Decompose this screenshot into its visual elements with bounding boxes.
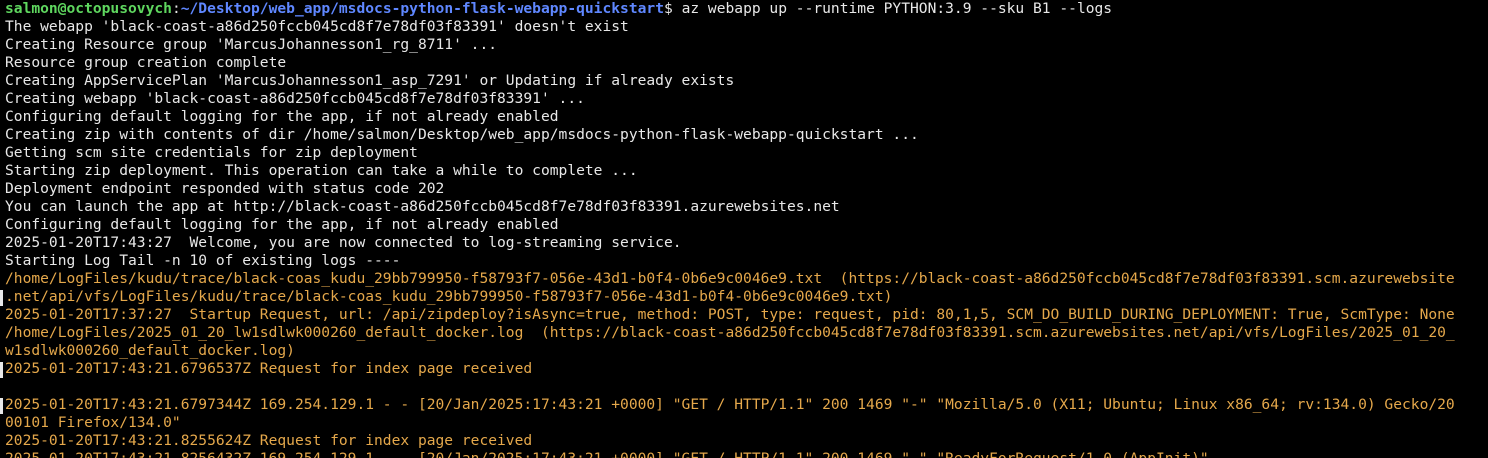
- output-line: 2025-01-20T17:43:27 Welcome, you are now…: [5, 234, 682, 251]
- line-wrap-marker: [0, 398, 3, 414]
- output-line: Deployment endpoint responded with statu…: [5, 180, 445, 197]
- output-line: Configuring default logging for the app,…: [5, 108, 559, 125]
- output-line: Starting zip deployment. This operation …: [5, 162, 638, 179]
- prompt-user-host: salmon@octopusovych: [5, 0, 172, 17]
- log-line: /home/LogFiles/2025_01_20_lw1sdlwk000260…: [5, 324, 1455, 341]
- prompt-path: ~/Desktop/web_app/msdocs-python-flask-we…: [180, 0, 664, 17]
- output-line: You can launch the app at http://black-c…: [5, 198, 840, 215]
- output-line: Configuring default logging for the app,…: [5, 216, 559, 233]
- output-line: Creating Resource group 'MarcusJohanness…: [5, 36, 498, 53]
- log-line: 2025-01-20T17:43:21.6796537Z Request for…: [5, 360, 533, 377]
- log-line: 2025-01-20T17:43:21.8256432Z 169.254.129…: [5, 450, 1455, 458]
- output-line: The webapp 'black-coast-a86d250fccb045cd…: [5, 18, 629, 35]
- prompt-symbol: $: [663, 0, 682, 17]
- log-line: 2025-01-20T17:43:21.8255624Z Request for…: [5, 432, 533, 449]
- output-line: Creating AppServicePlan 'MarcusJohanness…: [5, 72, 735, 89]
- output-line: Resource group creation complete: [5, 54, 287, 71]
- output-line: Creating zip with contents of dir /home/…: [5, 126, 919, 143]
- log-line: w1sdlwk000260_default_docker.log): [5, 342, 295, 359]
- line-wrap-marker: [0, 290, 3, 306]
- output-line: Getting scm site credentials for zip dep…: [5, 144, 418, 161]
- prompt-line: salmon@octopusovych:~/Desktop/web_app/ms…: [5, 0, 1455, 18]
- log-line: 2025-01-20T17:43:21.6797344Z 169.254.129…: [5, 396, 1455, 413]
- terminal-window[interactable]: salmon@octopusovych:~/Desktop/web_app/ms…: [0, 0, 1488, 458]
- line-wrap-marker: [0, 362, 3, 378]
- log-line: 2025-01-20T17:37:27 Startup Request, url…: [5, 306, 1455, 323]
- terminal-output: salmon@octopusovych:~/Desktop/web_app/ms…: [5, 0, 1455, 458]
- command-text: az webapp up --runtime PYTHON:3.9 --sku …: [681, 0, 1113, 17]
- log-line: 00101 Firefox/134.0": [5, 414, 181, 431]
- prompt-separator: :: [171, 0, 181, 17]
- log-line: /home/LogFiles/kudu/trace/black-coas_kud…: [5, 270, 1455, 287]
- log-line: .net/api/vfs/LogFiles/kudu/trace/black-c…: [5, 288, 893, 305]
- output-line: Starting Log Tail -n 10 of existing logs…: [5, 252, 401, 269]
- output-line: Creating webapp 'black-coast-a86d250fccb…: [5, 90, 585, 107]
